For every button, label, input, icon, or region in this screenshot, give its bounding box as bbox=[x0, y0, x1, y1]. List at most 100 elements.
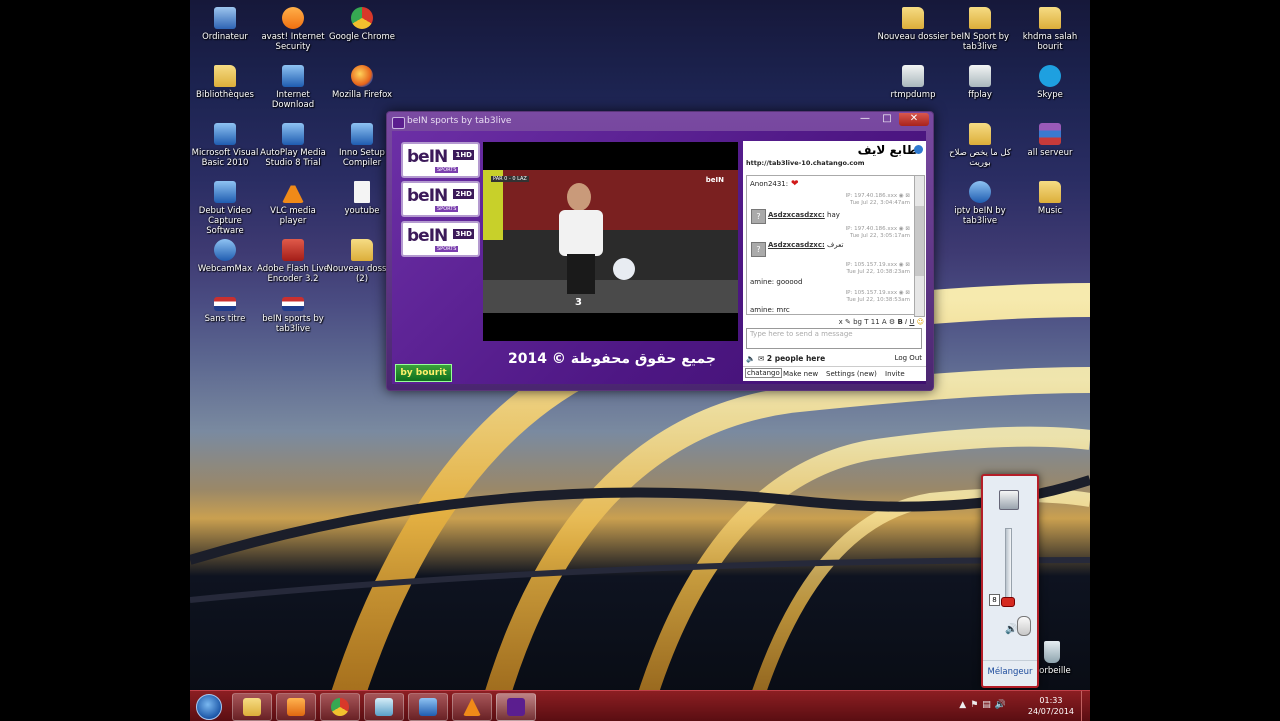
settings-link[interactable]: Settings (new) bbox=[826, 370, 877, 378]
channel-button-3[interactable]: beIN 3HD SPORTS bbox=[401, 221, 480, 257]
desktop-icon-autoplay[interactable]: AutoPlay Media Studio 8 Trial bbox=[257, 118, 329, 168]
make-new-link[interactable]: Make new bbox=[783, 370, 818, 378]
desktop-icon-sans-titre[interactable]: Sans titre bbox=[190, 292, 261, 324]
clock[interactable]: 01:33 24/07/2014 bbox=[1028, 695, 1074, 717]
italic-icon[interactable]: I bbox=[905, 318, 907, 326]
message-user[interactable]: Asdzxcasdzxc: bbox=[768, 241, 825, 249]
message-user[interactable]: Asdzxcasdzxc: bbox=[768, 211, 825, 219]
message-time: Tue Jul 22, 10:38:53am bbox=[846, 297, 910, 303]
taskbar-vlc[interactable] bbox=[452, 693, 492, 721]
credit-badge[interactable]: by bourit bbox=[395, 364, 452, 382]
taskbar-media-player[interactable] bbox=[276, 693, 316, 721]
desktop-icon-music[interactable]: Music bbox=[1014, 176, 1086, 216]
font-size-icon[interactable]: 11 bbox=[871, 318, 880, 326]
player-number: 3 bbox=[575, 297, 582, 308]
speaker-device-icon[interactable] bbox=[999, 490, 1019, 510]
bg-color-icon[interactable]: bg bbox=[853, 318, 862, 326]
media-player-icon bbox=[287, 698, 305, 716]
scroll-thumb[interactable] bbox=[915, 206, 924, 276]
desktop-icon-all-serveur[interactable]: all serveur bbox=[1014, 118, 1086, 158]
copyright-text: جميع حقوق محفوظة © 2014 bbox=[508, 351, 716, 367]
desktop-icon-flash-encoder[interactable]: Adobe Flash Live Encoder 3.2 bbox=[257, 234, 329, 284]
document-icon bbox=[354, 181, 370, 203]
desktop-icon-bein-app[interactable]: beIN sports by tab3live bbox=[257, 292, 329, 334]
taskbar-app-4[interactable] bbox=[364, 693, 404, 721]
envelope-icon[interactable]: ✉ bbox=[758, 354, 764, 363]
close-button[interactable]: ✕ bbox=[899, 113, 929, 126]
volume-slider-thumb[interactable] bbox=[1001, 597, 1015, 607]
channel-button-2[interactable]: beIN 2HD SPORTS bbox=[401, 181, 480, 217]
message-user[interactable]: Anon2431: bbox=[750, 180, 788, 188]
desktop-icon-nouveau-dossier[interactable]: Nouveau dossier bbox=[877, 2, 949, 42]
gear-icon[interactable]: ⚙ bbox=[889, 318, 895, 326]
iptv-icon bbox=[969, 181, 991, 203]
avatar[interactable]: ? bbox=[751, 209, 766, 224]
pen-icon[interactable]: ✎ bbox=[845, 318, 851, 326]
speaker-icon[interactable]: 🔈 bbox=[746, 354, 755, 363]
message-ip: IP: 197.40.186.xxx bbox=[845, 193, 898, 199]
desktop-icon-khdma[interactable]: khdma salah bourit bbox=[1014, 2, 1086, 52]
desktop-icon-ordinateur[interactable]: Ordinateur bbox=[190, 2, 261, 42]
taskbar-explorer[interactable] bbox=[232, 693, 272, 721]
search-icon[interactable] bbox=[914, 145, 923, 154]
text-size-icon[interactable]: T bbox=[864, 318, 868, 326]
folder-icon bbox=[969, 123, 991, 145]
people-count: 🔈 ✉ 2 people here bbox=[746, 354, 825, 363]
chatango-logo[interactable]: chatango bbox=[745, 368, 782, 378]
taskbar-debut[interactable] bbox=[408, 693, 448, 721]
video-player[interactable]: PAR 0 - 0 LAZ beIN 3 bbox=[483, 142, 738, 341]
folder-icon bbox=[351, 239, 373, 261]
folder-icon bbox=[969, 7, 991, 29]
chat-url[interactable]: http://tab3live-10.chatango.com bbox=[746, 159, 865, 167]
vlc-icon bbox=[282, 181, 304, 203]
bold-icon[interactable]: B bbox=[897, 318, 902, 326]
desktop-icon-internet-download[interactable]: Internet Download bbox=[257, 60, 329, 110]
heart-icon: ❤ bbox=[791, 179, 799, 189]
message-time: Tue Jul 22, 3:05:17am bbox=[850, 233, 910, 239]
maximize-button[interactable]: □ bbox=[877, 113, 897, 126]
computer-icon bbox=[214, 7, 236, 29]
desktop-icon-webcammax[interactable]: WebcamMax bbox=[190, 234, 261, 274]
window-title: beIN sports by tab3live bbox=[407, 116, 512, 126]
logout-link[interactable]: Log Out bbox=[895, 354, 922, 362]
mute-icon[interactable]: 🔊 bbox=[1005, 624, 1017, 635]
clear-format-icon[interactable]: x bbox=[839, 318, 843, 326]
desktop-icon-arabic-folder[interactable]: كل ما يخص صلاح بوريت bbox=[944, 118, 1016, 168]
desktop-icon-chrome[interactable]: Google Chrome bbox=[326, 2, 398, 42]
invite-link[interactable]: Invite bbox=[885, 370, 905, 378]
desktop-icon-bibliotheques[interactable]: Bibliothèques bbox=[190, 60, 261, 100]
bein-app-window[interactable]: beIN sports by tab3live — □ ✕ beIN 1HD S… bbox=[386, 111, 934, 391]
message-user[interactable]: amine: bbox=[750, 306, 774, 314]
desktop-icon-iptv[interactable]: iptv beIN by tab3live bbox=[944, 176, 1016, 226]
message-input[interactable]: Type here to send a message bbox=[746, 328, 922, 349]
desktop-icon-debut[interactable]: Debut Video Capture Software bbox=[190, 176, 261, 236]
message-scrollbar[interactable] bbox=[914, 175, 925, 317]
message-text: تعرف bbox=[827, 241, 844, 249]
font-color-icon[interactable]: A bbox=[882, 318, 887, 326]
mixer-link[interactable]: Mélangeur bbox=[983, 660, 1037, 677]
desktop-icon-ffplay[interactable]: ffplay bbox=[944, 60, 1016, 100]
avatar[interactable]: ? bbox=[751, 242, 766, 257]
message-user[interactable]: amine: bbox=[750, 278, 774, 286]
desktop-icon-skype[interactable]: Skype bbox=[1014, 60, 1086, 100]
start-button[interactable] bbox=[196, 694, 222, 720]
desktop-icon-vlc[interactable]: VLC media player bbox=[257, 176, 329, 226]
show-desktop-button[interactable] bbox=[1081, 691, 1090, 721]
message-time: Tue Jul 22, 10:38:23am bbox=[846, 269, 910, 275]
volume-slider-track[interactable] bbox=[1005, 528, 1012, 600]
channel-button-1[interactable]: beIN 1HD SPORTS bbox=[401, 142, 480, 178]
smiley-icon[interactable]: ☺ bbox=[917, 318, 924, 326]
taskbar-bein-app[interactable] bbox=[496, 693, 536, 721]
desktop-icon-firefox[interactable]: Mozilla Firefox bbox=[326, 60, 398, 100]
score-overlay: PAR 0 - 0 LAZ bbox=[491, 176, 529, 182]
minimize-button[interactable]: — bbox=[855, 113, 875, 126]
chrome-icon bbox=[351, 7, 373, 29]
desktop-icon-rtmpdump[interactable]: rtmpdump bbox=[877, 60, 949, 100]
desktop-icon-visual-basic[interactable]: Microsoft Visual Basic 2010 bbox=[190, 118, 261, 168]
taskbar-chrome[interactable] bbox=[320, 693, 360, 721]
system-tray[interactable]: ▲⚑▤🔊 bbox=[959, 700, 1010, 710]
underline-icon[interactable]: U bbox=[909, 318, 914, 326]
desktop-icon-bein-folder[interactable]: beIN Sport by tab3live bbox=[944, 2, 1016, 52]
autoplay-icon bbox=[282, 123, 304, 145]
desktop-icon-avast[interactable]: avast! Internet Security bbox=[257, 2, 329, 52]
